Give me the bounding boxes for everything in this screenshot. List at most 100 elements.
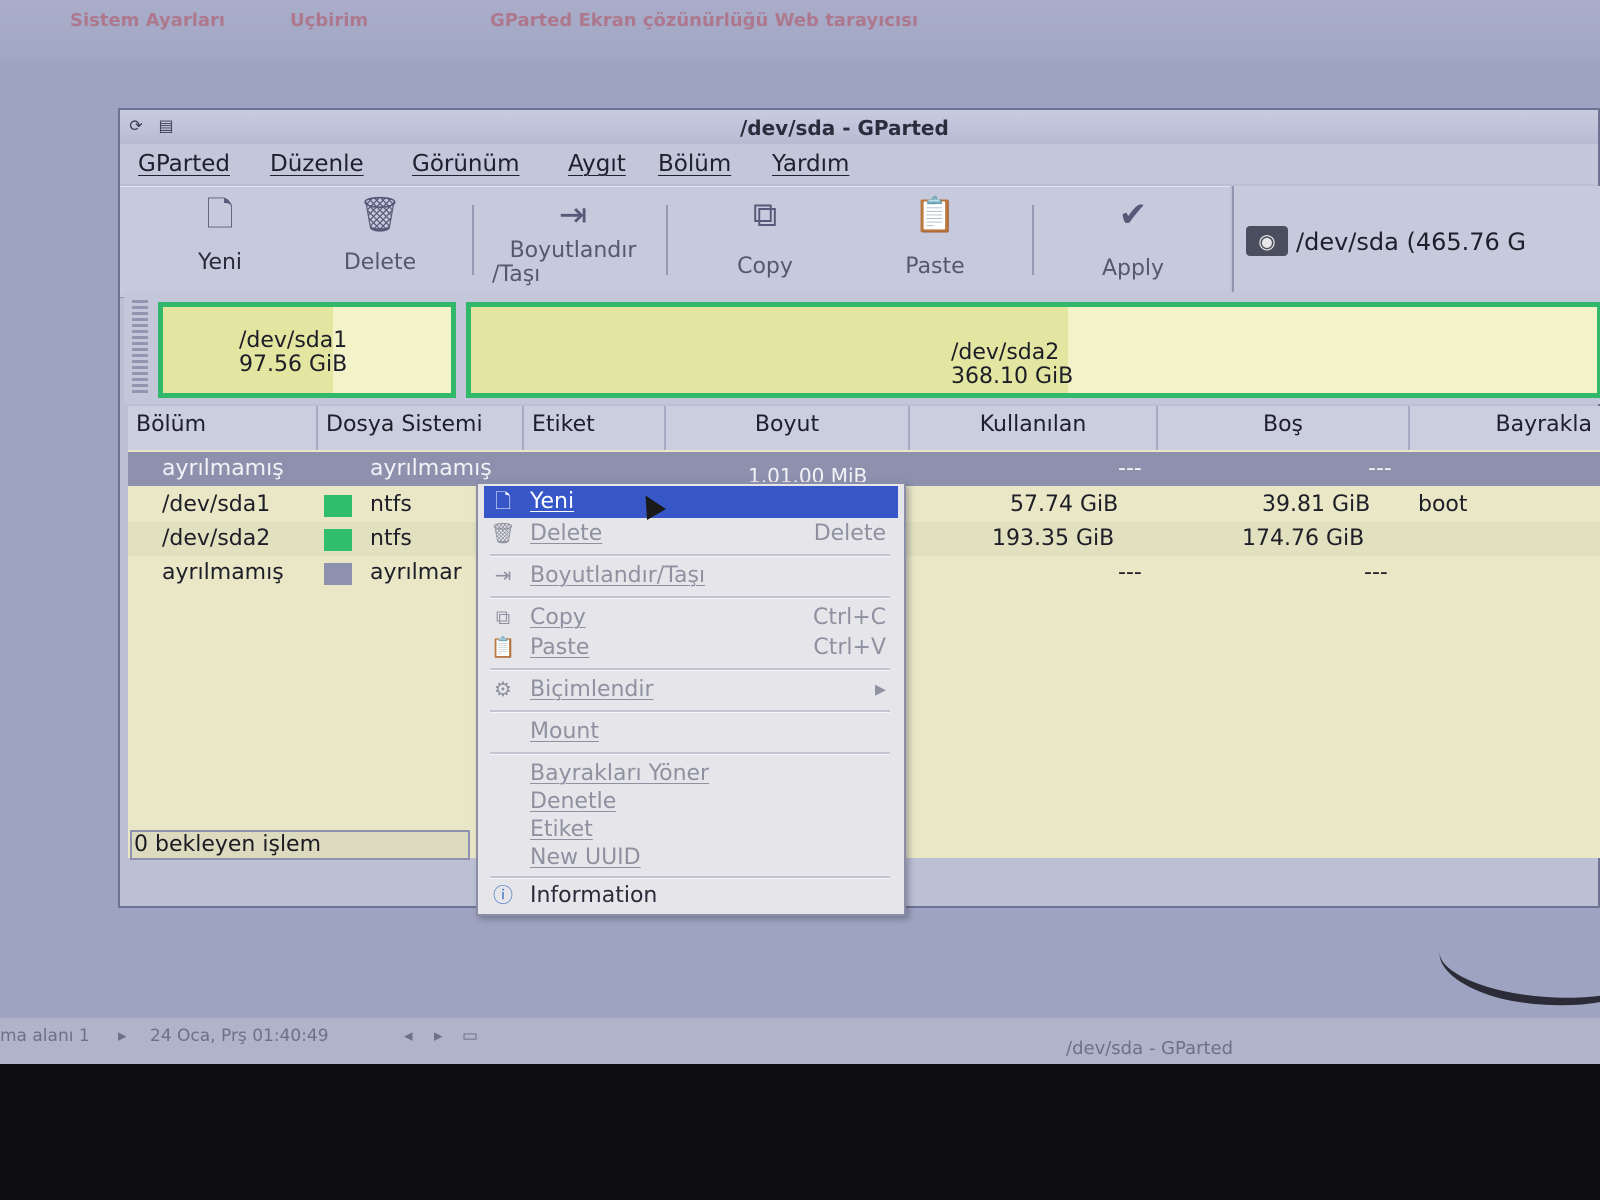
- resize-label-line1: Boyutlandır: [509, 238, 637, 263]
- toolbar: 🗋 Yeni 🗑 Delete ⇥ Boyutlandır /Taşı ⧉ Co…: [120, 186, 1230, 298]
- title-bar[interactable]: ⟳ ▤ /dev/sda - GParted: [120, 110, 1598, 145]
- pending-operations-status: 0 bekleyen işlem: [130, 830, 470, 860]
- format-icon: ⚙: [494, 677, 512, 701]
- desktop-link-terminal[interactable]: Uçbirim: [290, 10, 368, 31]
- ctx-label: Biçimlendir: [530, 677, 654, 702]
- ctx-label: Delete: [530, 521, 603, 546]
- sda1-name: /dev/sda1: [239, 328, 348, 353]
- col-header-free[interactable]: Boş: [1158, 406, 1410, 450]
- window-title: /dev/sda - GParted: [740, 116, 949, 140]
- taskbar-window-button[interactable]: /dev/sda - GParted: [1066, 1038, 1233, 1059]
- cell-free: 39.81 GiB: [1262, 492, 1371, 517]
- menu-partition[interactable]: Bölüm: [658, 151, 731, 177]
- apply-button[interactable]: ✔ Apply: [1078, 193, 1188, 281]
- ctx-item-resize-move[interactable]: ⇥ Boyutlandır/Taşı: [484, 560, 898, 592]
- resize-move-button[interactable]: ⇥ Boyutlandır /Taşı: [488, 193, 658, 287]
- taskbar: ma alanı 1 ▸ 24 Oca, Prş 01:40:49 ◂ ▸ ▭ …: [0, 1018, 1600, 1064]
- paste-label: Paste: [905, 254, 965, 279]
- device-label: /dev/sda (465.76 G: [1296, 228, 1527, 256]
- device-selector[interactable]: ◉ /dev/sda (465.76 G: [1232, 186, 1600, 297]
- menu-separator: [490, 596, 890, 599]
- menu-view[interactable]: Görünüm: [412, 151, 520, 177]
- prev-arrow-icon[interactable]: ◂: [404, 1026, 413, 1046]
- ctx-item-paste[interactable]: 📋 Paste Ctrl+V: [484, 632, 898, 664]
- col-header-flags[interactable]: Bayrakla: [1410, 406, 1600, 450]
- info-icon: ⓘ: [493, 883, 513, 907]
- trash-icon: 🗑: [358, 195, 402, 235]
- screen-bezel: [0, 1064, 1600, 1200]
- ctx-item-new[interactable]: 🗋 Yeni: [484, 486, 898, 518]
- ctx-label: Yeni: [530, 489, 575, 514]
- ctx-item-copy[interactable]: ⧉ Copy Ctrl+C: [484, 602, 898, 634]
- col-header-size[interactable]: Boyut: [666, 406, 910, 450]
- col-header-label[interactable]: Etiket: [524, 406, 666, 450]
- workspace-label[interactable]: ma alanı 1: [0, 1026, 90, 1046]
- sda1-size: 97.56 GiB: [239, 352, 348, 377]
- table-row[interactable]: ayrılmamış ayrılmamış 1.01.00 MiB --- --…: [128, 452, 1600, 488]
- desktop-top-strip: Sistem Ayarları Uçbirim GParted Ekran çö…: [0, 0, 1600, 60]
- cell-filesystem: ntfs: [370, 492, 412, 517]
- ctx-item-new-uuid[interactable]: New UUID: [484, 842, 898, 874]
- copy-button[interactable]: ⧉ Copy: [710, 193, 820, 279]
- desktop-link-apps[interactable]: GParted Ekran çözünürlüğü Web tarayıcısı: [490, 10, 918, 31]
- menu-bar: GParted Düzenle Görünüm Aygıt Bölüm Yard…: [120, 144, 1598, 184]
- menu-gparted[interactable]: GParted: [138, 151, 230, 177]
- desktop-icon[interactable]: ▭: [462, 1026, 478, 1046]
- paste-icon: 📋: [490, 635, 516, 659]
- ctx-label: New UUID: [530, 845, 641, 870]
- fs-color-swatch: [324, 495, 352, 517]
- desktop-link-settings[interactable]: Sistem Ayarları: [70, 10, 225, 31]
- next-arrow-icon[interactable]: ▸: [434, 1026, 443, 1046]
- delete-button[interactable]: 🗑 Delete: [320, 193, 440, 275]
- menu-device[interactable]: Aygıt: [568, 151, 626, 177]
- sda2-name: /dev/sda2: [951, 340, 1060, 365]
- cell-flags: boot: [1418, 492, 1468, 517]
- trash-icon: 🗑: [490, 521, 516, 545]
- cell-partition: /dev/sda1: [162, 492, 271, 517]
- ctx-item-information[interactable]: ⓘ Information: [484, 880, 898, 912]
- toolbar-separator: [1032, 205, 1034, 275]
- partition-block-sda2[interactable]: /dev/sda2 368.10 GiB: [466, 302, 1600, 398]
- checkmark-icon: ✔: [1118, 195, 1148, 235]
- copy-label: Copy: [737, 254, 793, 279]
- ctx-item-delete[interactable]: 🗑 Delete Delete: [484, 518, 898, 550]
- resize-arrow-icon: ⇥: [494, 563, 512, 587]
- fs-color-swatch: [324, 563, 352, 585]
- ctx-label: Mount: [530, 719, 599, 744]
- resize-label-line2: /Taşı: [492, 262, 541, 287]
- clock[interactable]: 24 Oca, Prş 01:40:49: [150, 1026, 329, 1046]
- cell-free: ---: [1364, 560, 1388, 585]
- ctx-label: Information: [530, 883, 658, 908]
- apply-label: Apply: [1101, 256, 1165, 281]
- delete-label: Delete: [343, 250, 417, 275]
- menu-separator: [490, 668, 890, 671]
- menu-edit[interactable]: Düzenle: [270, 151, 364, 177]
- window-menu-icon[interactable]: ⟳: [126, 116, 146, 136]
- cell-partition: ayrılmamış: [162, 560, 284, 585]
- ctx-item-mount[interactable]: Mount: [484, 716, 898, 748]
- hard-disk-icon: ◉: [1246, 226, 1288, 256]
- new-button[interactable]: 🗋 Yeni: [170, 193, 270, 275]
- bar-grip: [132, 300, 148, 394]
- paste-button[interactable]: 📋 Paste: [880, 193, 990, 279]
- paste-icon: 📋: [913, 195, 957, 235]
- cell-used: ---: [1118, 456, 1142, 481]
- menu-help[interactable]: Yardım: [772, 151, 849, 177]
- col-header-used[interactable]: Kullanılan: [910, 406, 1158, 450]
- toolbar-separator: [666, 205, 668, 275]
- menu-separator: [490, 752, 890, 755]
- ctx-label: Paste: [530, 635, 590, 660]
- copy-icon: ⧉: [495, 605, 511, 629]
- partition-context-menu: 🗋 Yeni 🗑 Delete Delete ⇥ Boyutlandır/Taş…: [476, 482, 906, 916]
- submenu-arrow-icon: ▸: [874, 677, 886, 702]
- ctx-item-format[interactable]: ⚙ Biçimlendir ▸: [484, 674, 898, 706]
- window-list-icon[interactable]: ▤: [156, 116, 176, 136]
- partition-visual-bar: /dev/sda1 97.56 GiB /dev/sda2 368.10 GiB: [124, 292, 1600, 404]
- cell-partition: /dev/sda2: [162, 526, 271, 551]
- col-header-filesystem[interactable]: Dosya Sistemi: [318, 406, 524, 450]
- ctx-shortcut: Ctrl+V: [813, 635, 886, 660]
- col-header-partition[interactable]: Bölüm: [128, 406, 318, 450]
- partition-block-sda1[interactable]: /dev/sda1 97.56 GiB: [158, 302, 456, 398]
- ctx-label: Copy: [530, 605, 586, 630]
- cell-used: 57.74 GiB: [1010, 492, 1119, 517]
